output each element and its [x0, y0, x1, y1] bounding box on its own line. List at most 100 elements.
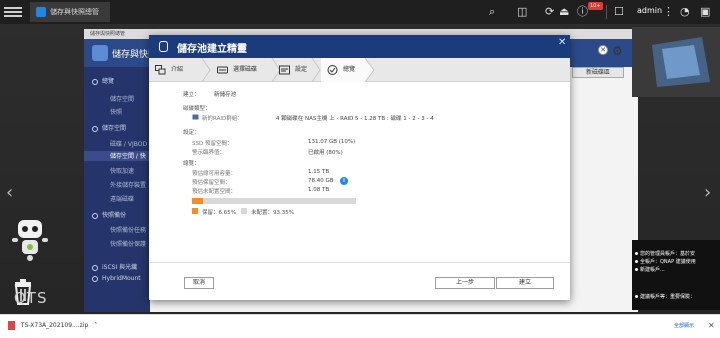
promo-widget — [632, 27, 720, 97]
tab-storage-manager[interactable]: 儲存與快照總管 — [30, 2, 110, 22]
helpdesk-robot-icon[interactable] — [10, 214, 50, 262]
sidebar-item-backup-protection[interactable]: 快照備份保護 — [110, 239, 146, 248]
check-circle-icon — [327, 65, 338, 75]
raid-group-icon — [192, 114, 199, 120]
intro-icon — [155, 65, 166, 75]
sidebar-item-external[interactable]: 外接儲存裝置 — [110, 180, 146, 189]
more-icon[interactable]: ⋮ — [663, 3, 674, 21]
step-intro: 介紹 — [149, 58, 199, 82]
zip-file-icon — [8, 321, 15, 330]
advisor-line[interactable]: 新建帳戶... — [640, 266, 665, 273]
wizard-steps: 介紹 選擇磁碟 設定 總覽 — [149, 58, 570, 82]
new-raid-label: 新的RAID群組： — [202, 116, 243, 122]
settings-icon — [279, 65, 290, 75]
overview-section-label: 總覽： — [183, 161, 200, 167]
sidebar-item-overview[interactable]: 總覽 — [92, 76, 114, 85]
settings-section-label: 設定： — [183, 130, 200, 136]
step-separator — [365, 58, 375, 82]
gear-icon[interactable]: ⚙ — [612, 44, 623, 58]
volume-icon[interactable]: ◫ — [517, 3, 527, 21]
divider — [606, 5, 607, 19]
taskbar: 儲存與快照總管 ⌕ ◫ ⟳ ⏏ ⓘ 10+ ☐ admin ⋮ ◔ ▣ — [0, 0, 720, 24]
user-icon[interactable]: ☐ — [614, 3, 624, 21]
unallocated-value: 1.08 TB — [308, 187, 330, 193]
summary-content: 建立： 新儲存池 磁碟類型： 新的RAID群組： 4 顆磁碟在 NAS主機 上 … — [149, 82, 570, 262]
sidebar-item-remote-disk[interactable]: 遠端磁碟 — [110, 194, 134, 203]
dashboard-icon[interactable]: ◔ — [680, 3, 690, 21]
usable-capacity-value: 1.15 TB — [308, 169, 330, 175]
sidebar-item-cache[interactable]: 快取加速 — [110, 166, 134, 175]
new-volume-button[interactable]: 新磁碟區 — [572, 67, 624, 78]
ssd-reserve-value: 131.07 GB (10%) — [308, 139, 356, 145]
reserved-legend-label: 保留：6.65% — [202, 210, 236, 216]
reserved-legend-swatch — [192, 208, 198, 214]
external-device-icon[interactable]: ⏏ — [559, 3, 569, 21]
alert-threshold-value: 已啟用 (80%) — [308, 150, 343, 156]
notification-badge: 10+ — [588, 2, 603, 10]
username[interactable]: admin — [637, 6, 662, 15]
sidebar-item-snapshot[interactable]: 快照 — [110, 107, 122, 116]
step-separator — [201, 58, 211, 82]
notification-icon[interactable]: ⓘ — [577, 3, 588, 21]
dialog-title: 儲存池建立精靈 — [177, 44, 247, 55]
widget-icon[interactable]: ▣ — [700, 3, 710, 21]
disks-section-label: 磁碟類型： — [183, 106, 211, 112]
show-all-link[interactable]: 全部顯示 — [674, 322, 694, 329]
ssd-reserve-label: SSD 預留空間： — [192, 141, 233, 147]
bullet-icon — [635, 295, 638, 298]
chevron-left-icon[interactable]: ‹ — [6, 182, 13, 203]
reserved-space-label: 預估保留空間： — [192, 180, 231, 186]
advisor-line[interactable]: 您的管理員帳戶：基於安 — [640, 250, 695, 257]
sidebar: 總覽 儲存空間 快照 儲存空間 磁碟 / VJBOD 儲存空間 / 快 快取加速… — [84, 67, 150, 312]
info-icon[interactable]: i — [340, 177, 348, 185]
download-item[interactable]: TS-X73A_202109....zip ˄ — [8, 321, 97, 330]
create-storage-pool-dialog: 儲存池建立精靈 ✕ 介紹 選擇磁碟 設定 總覽 建立： 新儲存池 磁碟類型： 新… — [149, 35, 570, 300]
sidebar-item-snapshot-backup[interactable]: 快照備份 — [92, 210, 126, 219]
step-summary: 總覽 — [321, 58, 365, 82]
download-file-name: TS-X73A_202109....zip — [20, 322, 89, 329]
back-button[interactable]: 上一步 — [435, 277, 495, 289]
close-icon[interactable]: ✕ — [558, 37, 566, 48]
storage-app-icon — [92, 45, 108, 61]
dialog-header[interactable]: 儲存池建立精靈 ✕ — [149, 35, 570, 58]
alert-threshold-label: 警示臨界值： — [192, 150, 226, 156]
step-separator — [311, 58, 321, 82]
sidebar-item-storage-snapshots[interactable]: 儲存空間 / 快 — [84, 151, 150, 161]
chevron-right-icon[interactable]: › — [704, 182, 711, 203]
main-menu-icon[interactable] — [4, 5, 22, 19]
search-icon[interactable]: ⌕ — [489, 3, 495, 21]
reserved-space-value: 78.40 GB — [308, 178, 334, 184]
storage-app-icon — [36, 7, 46, 17]
chevron-up-icon[interactable]: ˄ — [94, 322, 97, 329]
sidebar-item-iscsi[interactable]: iSCSI 與光纖 — [92, 262, 137, 271]
sidebar-item-hybridmount[interactable]: HybridMount — [92, 275, 141, 282]
security-advisor-panel: 您的管理員帳戶：基於安 全帳戶：QNAP 建議使用 新建帳戶... 建議帳戶等：… — [632, 240, 720, 310]
create-button[interactable]: 建立 — [496, 277, 554, 289]
backup-icon — [92, 212, 98, 219]
iscsi-icon — [92, 264, 98, 271]
tab-label: 儲存與快照總管 — [50, 8, 99, 16]
disk-icon — [217, 66, 228, 74]
download-bar: TS-X73A_202109....zip ˄ 全部顯示 ✕ — [0, 314, 720, 338]
cancel-button[interactable]: 取消 — [184, 277, 214, 289]
unallocated-legend-label: 未配置：93.35% — [251, 210, 294, 216]
sidebar-item-storage[interactable]: 儲存空間 — [110, 94, 134, 103]
close-icon[interactable]: ✕ — [708, 321, 715, 330]
sidebar-item-backup-jobs[interactable]: 快照備份任務 — [110, 225, 146, 234]
reserved-fill — [192, 198, 203, 204]
sidebar-item-disks[interactable]: 磁碟 / VJBOD — [110, 139, 147, 148]
background-tasks-icon[interactable]: ⟳ — [545, 3, 554, 21]
storage-icon — [92, 125, 98, 132]
advisor-line[interactable]: 建議帳戶等：重要保險： — [640, 293, 695, 300]
unallocated-legend-swatch — [241, 208, 247, 214]
overview-icon — [92, 78, 98, 85]
close-icon[interactable]: ✕ — [598, 45, 608, 55]
dialog-footer: 取消 上一步 建立 — [149, 262, 570, 300]
capacity-bar — [192, 198, 356, 204]
bullet-icon — [635, 260, 638, 263]
sidebar-item-storage-section[interactable]: 儲存空間 — [92, 123, 126, 132]
advisor-line[interactable]: 全帳戶：QNAP 建議使用 — [640, 258, 696, 265]
cloud-icon — [92, 275, 98, 282]
bullet-icon — [635, 252, 638, 255]
create-value: 新儲存池 — [214, 92, 237, 98]
